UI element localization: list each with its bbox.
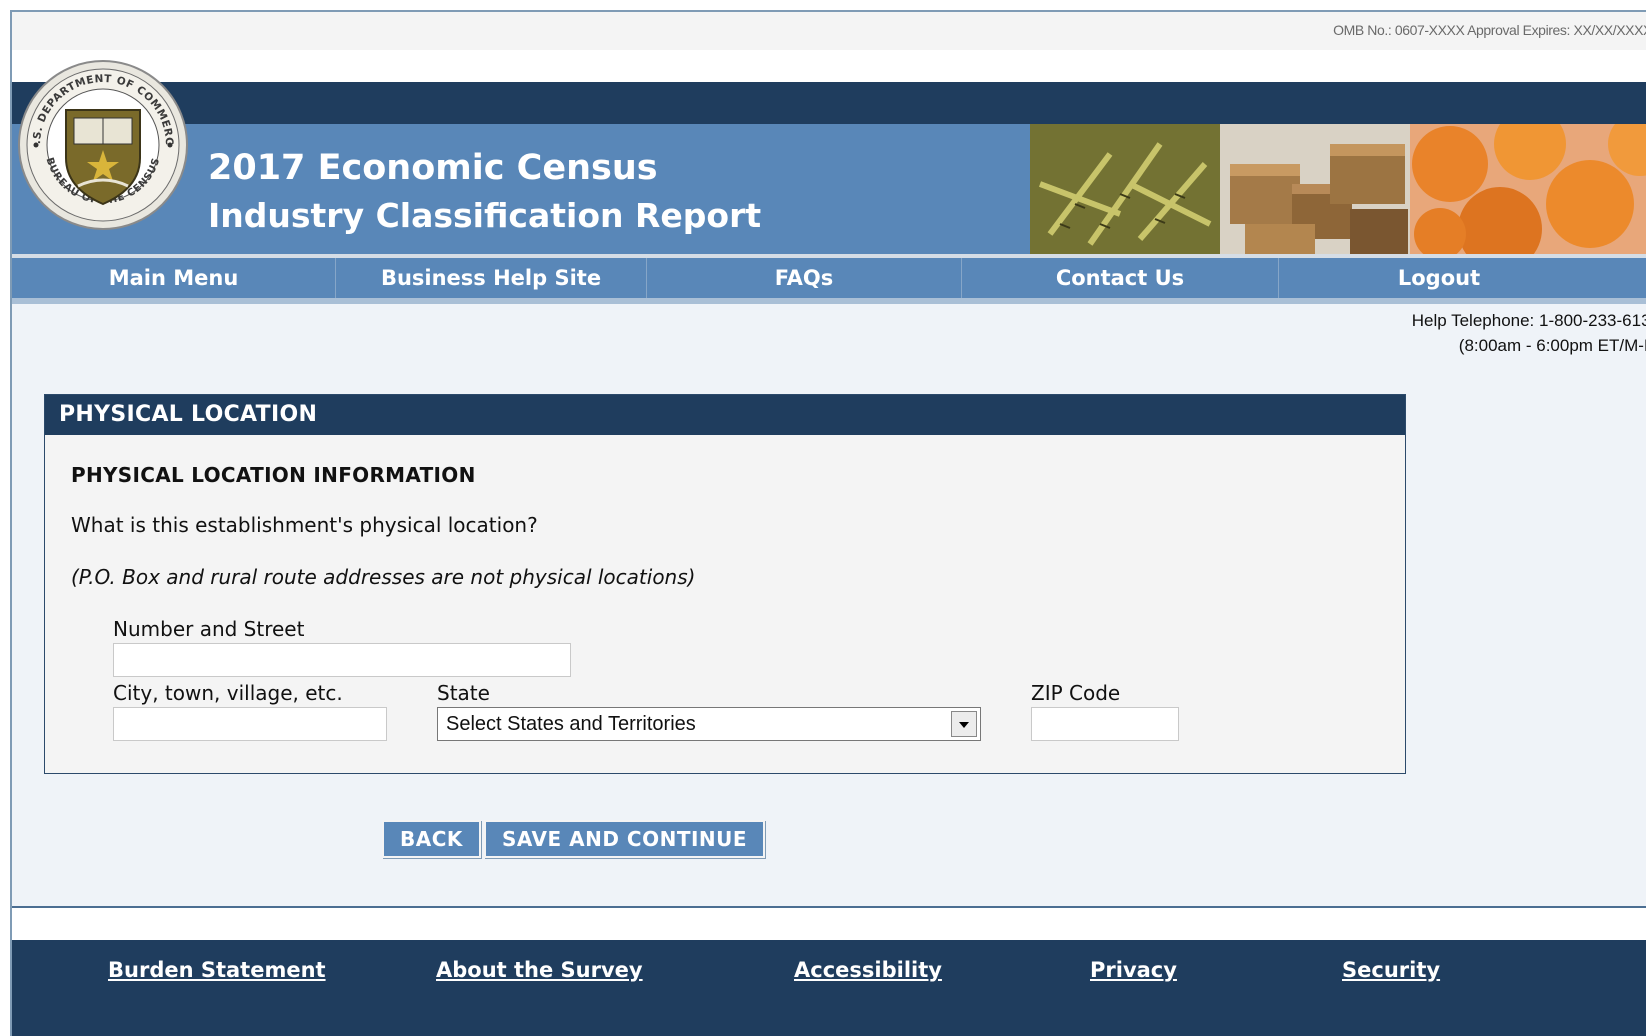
omb-notice: OMB No.: 0607-XXXX Approval Expires: XX/… bbox=[1333, 22, 1646, 38]
nav-business-help-site[interactable]: Business Help Site bbox=[336, 258, 647, 298]
nav-main-menu[interactable]: Main Menu bbox=[12, 258, 336, 298]
help-contact: Help Telephone: 1-800-233-6136 (8:00am -… bbox=[1412, 308, 1646, 358]
section-subheading: PHYSICAL LOCATION INFORMATION bbox=[71, 463, 476, 487]
footer-link-security[interactable]: Security bbox=[1342, 958, 1440, 982]
footer-link-burden-statement[interactable]: Burden Statement bbox=[108, 958, 326, 982]
save-and-continue-button[interactable]: SAVE AND CONTINUE bbox=[484, 820, 766, 858]
footer: Burden Statement About the Survey Access… bbox=[12, 940, 1646, 1036]
city-input[interactable] bbox=[113, 707, 387, 741]
state-select[interactable]: Select States and Territories bbox=[437, 707, 981, 741]
zip-label: ZIP Code bbox=[1031, 681, 1121, 705]
omb-bar: OMB No.: 0607-XXXX Approval Expires: XX/… bbox=[12, 12, 1646, 50]
nav-contact-us[interactable]: Contact Us bbox=[962, 258, 1279, 298]
help-telephone: Help Telephone: 1-800-233-6136 bbox=[1411, 311, 1646, 330]
state-select-value: Select States and Territories bbox=[446, 713, 696, 735]
state-label: State bbox=[437, 681, 490, 705]
city-label: City, town, village, etc. bbox=[113, 681, 343, 705]
footer-link-about-the-survey[interactable]: About the Survey bbox=[436, 958, 643, 982]
footer-link-privacy[interactable]: Privacy bbox=[1090, 958, 1177, 982]
page-title-line1: 2017 Economic Census bbox=[208, 148, 658, 188]
chevron-down-icon[interactable] bbox=[951, 711, 977, 737]
header-photo-strip bbox=[1030, 124, 1646, 254]
zip-input[interactable] bbox=[1031, 707, 1179, 741]
back-button[interactable]: BACK bbox=[382, 820, 481, 858]
page-frame: OMB No.: 0607-XXXX Approval Expires: XX/… bbox=[10, 10, 1646, 1036]
physical-location-panel: PHYSICAL LOCATION PHYSICAL LOCATION INFO… bbox=[44, 394, 1406, 774]
po-box-note: (P.O. Box and rural route addresses are … bbox=[71, 565, 696, 589]
question-text: What is this establishment's physical lo… bbox=[71, 513, 538, 537]
page-title-line2: Industry Classification Report bbox=[208, 196, 762, 235]
nav-logout[interactable]: Logout bbox=[1279, 258, 1599, 298]
header-spacer bbox=[12, 50, 1646, 82]
street-input[interactable] bbox=[113, 643, 571, 677]
census-bureau-seal-icon: U.S. DEPARTMENT OF COMMERCE BUREAU OF TH… bbox=[16, 58, 188, 230]
footer-spacer bbox=[12, 908, 1646, 940]
street-label: Number and Street bbox=[113, 617, 305, 641]
panel-heading: PHYSICAL LOCATION bbox=[45, 395, 1405, 435]
nav-faqs[interactable]: FAQs bbox=[647, 258, 962, 298]
help-hours: (8:00am - 6:00pm ET/M-F) bbox=[1458, 336, 1646, 355]
header-band-dark bbox=[12, 82, 1646, 124]
footer-link-accessibility[interactable]: Accessibility bbox=[794, 958, 942, 982]
main-nav: Main Menu Business Help Site FAQs Contac… bbox=[12, 258, 1646, 304]
